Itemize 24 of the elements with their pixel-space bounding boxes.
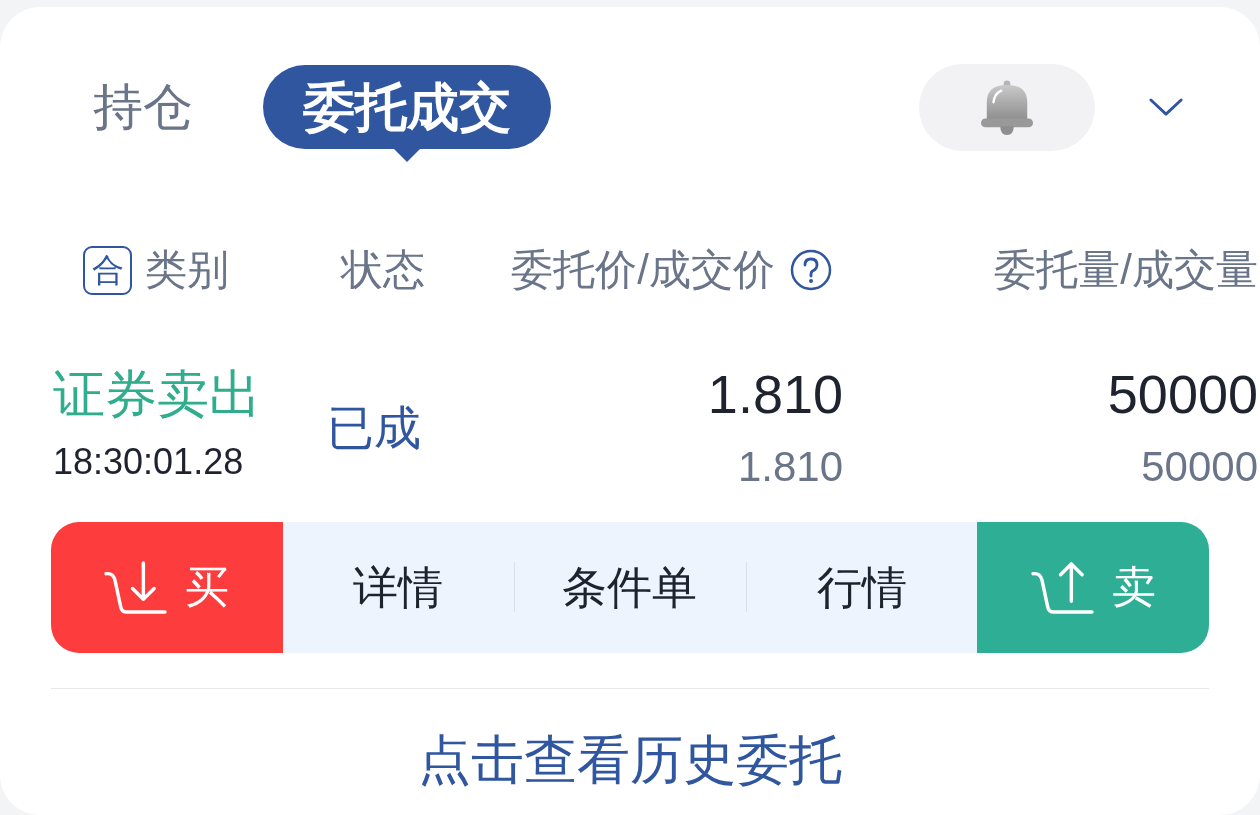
buy-button[interactable]: 买 [51, 522, 283, 653]
help-icon[interactable] [790, 249, 832, 291]
chevron-down-icon[interactable] [1149, 98, 1183, 117]
filled-quantity: 50000 [1141, 443, 1258, 491]
filled-price: 1.810 [737, 443, 843, 491]
action-button[interactable]: 详情 [282, 522, 515, 653]
bell-icon [981, 79, 1033, 136]
order-type: 证券卖出 [53, 364, 261, 424]
history-link[interactable]: 点击查看历史委托 [418, 730, 842, 790]
order-quantity: 50000 [1107, 364, 1258, 424]
tab[interactable]: 持仓 [53, 65, 233, 149]
column-header: 类别 [145, 245, 229, 295]
column-header: 状态 [341, 245, 425, 295]
order-time: 18:30:01.28 [53, 440, 244, 484]
tab-pointer-icon [393, 148, 421, 162]
column-header: 委托量/成交量 [994, 245, 1258, 295]
tray-arrow-down-icon [104, 560, 168, 615]
merge-toggle[interactable]: 合 [83, 245, 132, 295]
action-button[interactable]: 行情 [745, 522, 978, 653]
action-button[interactable]: 条件单 [514, 522, 746, 653]
tray-arrow-up-icon [1030, 560, 1094, 615]
order-price: 1.810 [707, 364, 843, 424]
column-header: 委托价/成交价 [511, 245, 775, 295]
order-status: 已成 [327, 399, 421, 456]
